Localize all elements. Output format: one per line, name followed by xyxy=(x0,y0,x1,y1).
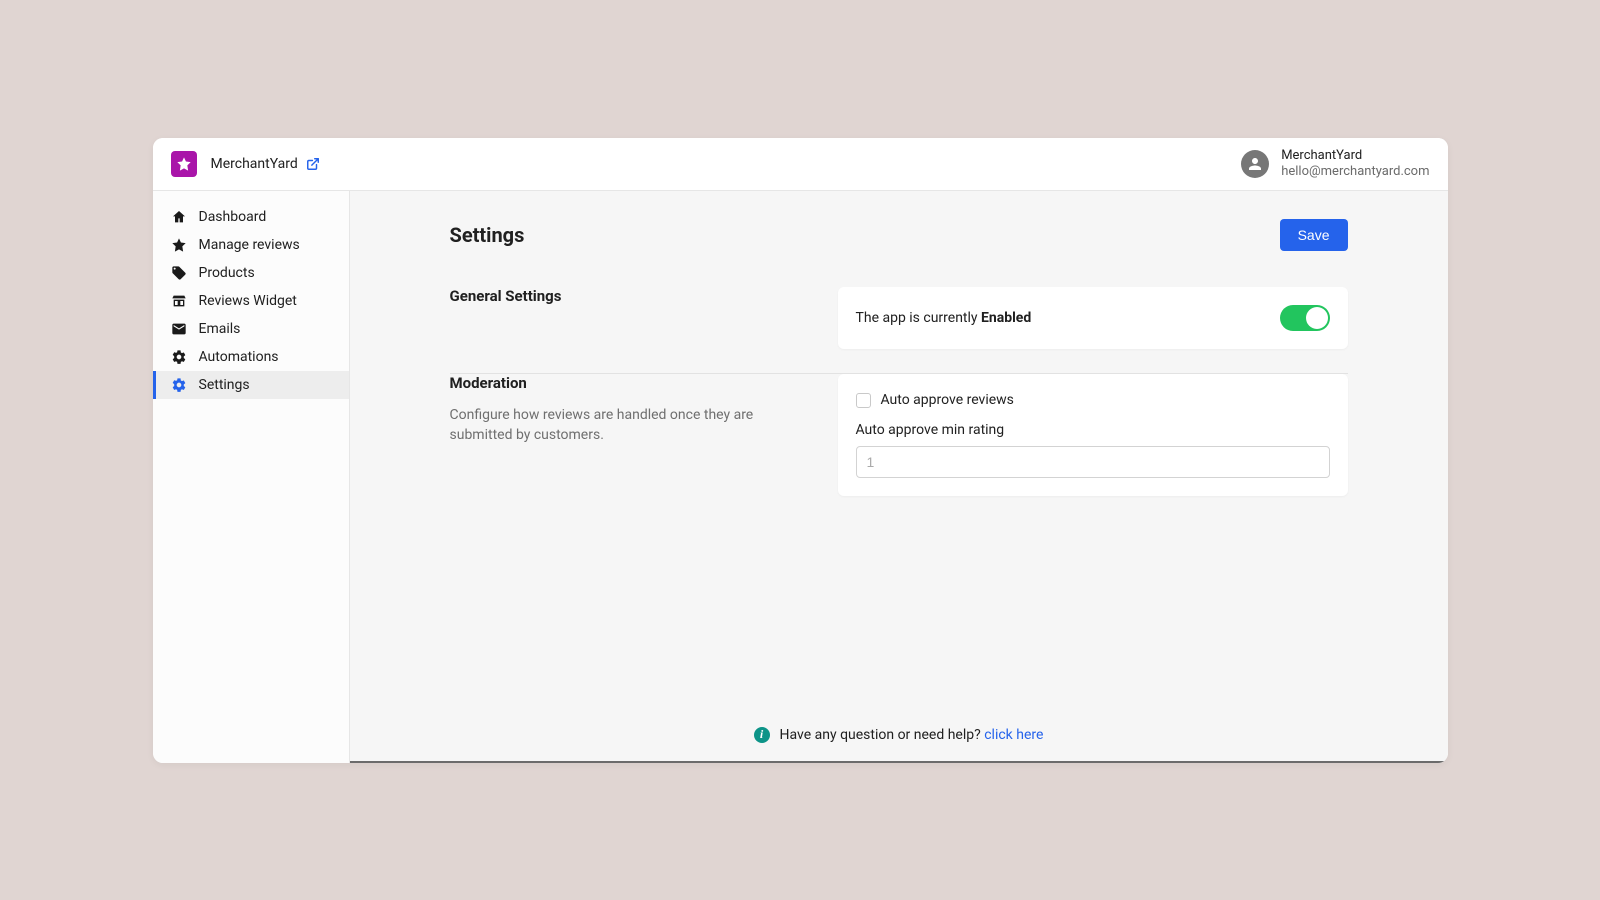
sidebar-item-emails[interactable]: Emails xyxy=(153,315,349,343)
sidebar-item-label: Settings xyxy=(199,377,250,393)
gear-icon xyxy=(171,377,187,393)
home-icon xyxy=(171,209,187,225)
status-prefix: The app is currently xyxy=(856,310,982,326)
info-icon: i xyxy=(754,727,770,743)
external-link-icon xyxy=(306,157,320,171)
brand-name: MerchantYard xyxy=(211,156,298,172)
sidebar-item-reviews-widget[interactable]: Reviews Widget xyxy=(153,287,349,315)
header-bar: MerchantYard MerchantYard hello@merchant… xyxy=(153,138,1448,192)
status-row: The app is currently Enabled xyxy=(856,305,1330,331)
section-left: Moderation Configure how reviews are han… xyxy=(450,374,802,445)
auto-approve-label: Auto approve reviews xyxy=(881,392,1014,408)
sidebar-item-label: Emails xyxy=(199,321,241,337)
section-title: Moderation xyxy=(450,374,802,392)
user-info: MerchantYard hello@merchantyard.com xyxy=(1281,148,1429,181)
sidebar-item-label: Products xyxy=(199,265,255,281)
status-value: Enabled xyxy=(981,310,1031,326)
gear-icon xyxy=(171,349,187,365)
header-left: MerchantYard xyxy=(171,151,320,177)
footer-text-wrap: Have any question or need help? click he… xyxy=(780,727,1044,743)
sidebar-item-automations[interactable]: Automations xyxy=(153,343,349,371)
user-email: hello@merchantyard.com xyxy=(1281,164,1429,180)
footer-text: Have any question or need help? xyxy=(780,727,985,743)
section-description: Configure how reviews are handled once t… xyxy=(450,406,802,445)
user-name: MerchantYard xyxy=(1281,148,1429,164)
footer: i Have any question or need help? click … xyxy=(350,712,1448,761)
min-rating-label: Auto approve min rating xyxy=(856,422,1330,438)
mail-icon xyxy=(171,321,187,337)
main: Settings Save General Settings The app i… xyxy=(350,191,1448,763)
title-row: Settings Save xyxy=(450,219,1348,251)
tag-icon xyxy=(171,265,187,281)
app-enabled-toggle[interactable] xyxy=(1280,305,1330,331)
body: Dashboard Manage reviews Products Review… xyxy=(153,191,1448,763)
auto-approve-row: Auto approve reviews xyxy=(856,392,1330,408)
sidebar-item-manage-reviews[interactable]: Manage reviews xyxy=(153,231,349,259)
section-right: Auto approve reviews Auto approve min ra… xyxy=(838,374,1348,496)
sidebar-item-label: Automations xyxy=(199,349,279,365)
sidebar-item-settings[interactable]: Settings xyxy=(153,371,349,399)
general-settings-section: General Settings The app is currently En… xyxy=(450,287,1348,373)
brand-link[interactable]: MerchantYard xyxy=(211,156,320,172)
sidebar-item-label: Dashboard xyxy=(199,209,267,225)
section-left: General Settings xyxy=(450,287,802,319)
section-title: General Settings xyxy=(450,287,802,305)
app-window: MerchantYard MerchantYard hello@merchant… xyxy=(153,138,1448,763)
sidebar-item-label: Reviews Widget xyxy=(199,293,297,309)
page-title: Settings xyxy=(450,223,525,247)
min-rating-input[interactable] xyxy=(856,446,1330,478)
toggle-knob xyxy=(1306,307,1328,329)
sidebar-item-products[interactable]: Products xyxy=(153,259,349,287)
star-icon xyxy=(171,237,187,253)
moderation-card: Auto approve reviews Auto approve min ra… xyxy=(838,374,1348,496)
brand-logo-icon xyxy=(171,151,197,177)
sidebar-item-dashboard[interactable]: Dashboard xyxy=(153,203,349,231)
user-avatar-icon[interactable] xyxy=(1241,150,1269,178)
section-right: The app is currently Enabled xyxy=(838,287,1348,349)
storefront-icon xyxy=(171,293,187,309)
auto-approve-checkbox[interactable] xyxy=(856,393,871,408)
sidebar: Dashboard Manage reviews Products Review… xyxy=(153,191,350,763)
footer-inner: i Have any question or need help? click … xyxy=(754,727,1044,743)
save-button[interactable]: Save xyxy=(1280,219,1348,251)
footer-help-link[interactable]: click here xyxy=(984,727,1043,743)
general-card: The app is currently Enabled xyxy=(838,287,1348,349)
status-text: The app is currently Enabled xyxy=(856,310,1032,326)
header-right: MerchantYard hello@merchantyard.com xyxy=(1241,148,1429,181)
sidebar-item-label: Manage reviews xyxy=(199,237,300,253)
main-content: Settings Save General Settings The app i… xyxy=(350,191,1448,712)
moderation-section: Moderation Configure how reviews are han… xyxy=(450,374,1348,520)
